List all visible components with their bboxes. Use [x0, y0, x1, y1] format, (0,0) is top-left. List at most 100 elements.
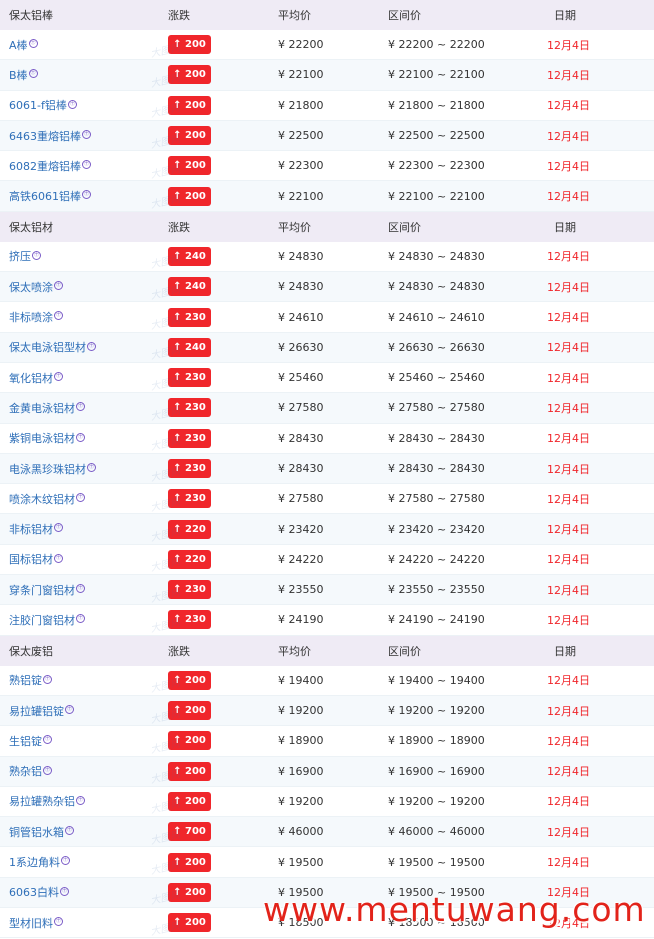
product-name-cell: 非标喷涂㊉ 大图网: [0, 309, 181, 332]
product-link[interactable]: 6063白料: [9, 886, 59, 899]
date-cell: 12月4日: [547, 430, 654, 446]
range-price-cell: ¥ 19200 ~ 19200: [388, 704, 485, 718]
product-link[interactable]: 穿条门窗铝材: [9, 584, 75, 597]
table-row: 保太喷涂㊉ 大图网 ↑ 240 ¥ 24830 ¥ 24830 ~ 24830 …: [0, 272, 654, 303]
product-link[interactable]: 生铝锭: [9, 735, 42, 748]
avg-price-column-header: 平均价: [278, 644, 311, 658]
date-value: 12月4日: [547, 250, 590, 264]
product-link[interactable]: 易拉罐熟杂铝: [9, 795, 75, 808]
range-price-cell: ¥ 22100 ~ 22100: [388, 189, 485, 203]
product-link[interactable]: 保太喷涂: [9, 281, 53, 294]
change-badge: ↑ 200: [168, 761, 211, 781]
product-link[interactable]: B棒: [9, 69, 28, 82]
product-link[interactable]: 保太电泳铝型材: [9, 341, 86, 354]
product-link[interactable]: 高铁6061铝棒: [9, 190, 81, 203]
product-link[interactable]: A棒: [9, 39, 28, 52]
change-cell: ↑ 230: [168, 368, 278, 388]
date-value: 12月4日: [547, 795, 590, 809]
change-column-header: 涨跌: [168, 9, 190, 22]
date-value: 12月4日: [547, 734, 590, 748]
range-price-cell: ¥ 21800 ~ 21800: [388, 98, 485, 112]
date-value: 12月4日: [547, 765, 590, 779]
change-badge: ↑ 230: [168, 459, 211, 478]
product-link[interactable]: 挤压: [9, 250, 31, 263]
product-link[interactable]: 1系边角料: [9, 856, 60, 869]
product-link[interactable]: 注胶门窗铝材: [9, 614, 75, 627]
product-link[interactable]: 易拉罐铝锭: [9, 705, 64, 718]
registered-icon: ㊉: [76, 584, 85, 594]
product-link[interactable]: 熟铝锭: [9, 674, 42, 687]
avg-price-cell: ¥ 26630: [278, 340, 324, 354]
date-value: 12月4日: [547, 613, 590, 627]
avg-price-cell: ¥ 46000: [278, 825, 324, 839]
range-price-cell: ¥ 24610 ~ 24610: [388, 310, 485, 324]
product-link[interactable]: 6061-f铝棒: [9, 99, 67, 112]
registered-icon: ㊉: [54, 371, 63, 381]
change-cell: ↑ 230: [168, 398, 278, 418]
product-link[interactable]: 非标铝材: [9, 523, 53, 536]
registered-icon: ㊉: [54, 523, 63, 533]
section-header: 保太铝材 涨跌 平均价 区间价 日期: [0, 211, 654, 242]
registered-icon: ㊉: [82, 160, 91, 170]
product-name-cell: 喷涂木纹铝材㊉ 大图网: [0, 491, 181, 514]
product-link[interactable]: 电泳黑珍珠铝材: [9, 463, 86, 476]
product-link[interactable]: 氧化铝材: [9, 372, 53, 385]
date-cell: 12月4日: [547, 158, 654, 174]
change-badge: ↑ 200: [168, 186, 211, 206]
range-price-cell: ¥ 23420 ~ 23420: [388, 522, 485, 536]
date-value: 12月4日: [547, 704, 590, 718]
product-name-cell: 国标铝材㊉ 大图网: [0, 551, 181, 574]
table-row: 注胶门窗铝材㊉ 大图网 ↑ 230 ¥ 24190 ¥ 24190 ~ 2419…: [0, 605, 654, 636]
product-name-cell: 电泳黑珍珠铝材㊉ 大图网: [0, 461, 181, 484]
avg-price-cell: ¥ 22200: [278, 38, 324, 52]
date-cell: 12月4日: [547, 370, 654, 386]
change-cell: ↑ 230: [168, 580, 278, 600]
product-link[interactable]: 6463重熔铝棒: [9, 130, 81, 143]
product-link[interactable]: 非标喷涂: [9, 311, 53, 324]
registered-icon: ㊉: [54, 553, 63, 563]
product-name-cell: 挤压㊉ 大图网: [0, 248, 181, 271]
table-row: 非标铝材㊉ 大图网 ↑ 220 ¥ 23420 ¥ 23420 ~ 23420 …: [0, 514, 654, 545]
product-name-cell: 金黄电泳铝材㊉ 大图网: [0, 400, 181, 423]
change-cell: ↑ 200: [168, 65, 278, 85]
avg-price-cell: ¥ 22100: [278, 68, 324, 82]
product-link[interactable]: 国标铝材: [9, 553, 53, 566]
product-link[interactable]: 6082重熔铝棒: [9, 160, 81, 173]
avg-price-cell: ¥ 18500: [278, 916, 324, 930]
product-link[interactable]: 熟杂铝: [9, 765, 42, 778]
date-cell: 12月4日: [547, 279, 654, 295]
product-name-cell: 熟铝锭㊉ 大图网: [0, 672, 181, 695]
product-link[interactable]: 型材旧料: [9, 917, 53, 930]
range-price-cell: ¥ 24830 ~ 24830: [388, 280, 485, 294]
range-price-cell: ¥ 16900 ~ 16900: [388, 764, 485, 778]
avg-price-cell: ¥ 24610: [278, 310, 324, 324]
date-value: 12月4日: [547, 401, 590, 415]
table-row: 非标喷涂㊉ 大图网 ↑ 230 ¥ 24610 ¥ 24610 ~ 24610 …: [0, 302, 654, 333]
product-link[interactable]: 紫铜电泳铝材: [9, 432, 75, 445]
change-badge: ↑ 230: [168, 580, 211, 600]
change-cell: ↑ 200: [168, 791, 278, 811]
registered-icon: ㊉: [67, 99, 77, 109]
product-link[interactable]: 金黄电泳铝材: [9, 402, 75, 415]
change-column-header: 涨跌: [168, 644, 190, 658]
table-row: A棒㊉ 大图网 ↑ 200 ¥ 22200 ¥ 22200 ~ 22200 12…: [0, 30, 654, 61]
date-value: 12月4日: [547, 432, 590, 446]
date-cell: 12月4日: [547, 37, 654, 53]
date-cell: 12月4日: [547, 793, 654, 809]
registered-icon: ㊉: [76, 432, 85, 442]
section-header: 保太铝棒 涨跌 平均价 区间价 日期: [0, 0, 654, 30]
product-link[interactable]: 铜管铝水箱: [9, 826, 64, 839]
change-cell: ↑ 240: [168, 246, 278, 266]
avg-price-cell: ¥ 19200: [278, 794, 324, 808]
change-badge: ↑ 240: [168, 277, 211, 297]
change-badge: ↑ 240: [168, 246, 211, 266]
table-row: 易拉罐熟杂铝㊉ 大图网 ↑ 200 ¥ 19200 ¥ 19200 ~ 1920…: [0, 787, 654, 818]
product-name-cell: 非标铝材㊉ 大图网: [0, 521, 181, 544]
product-link[interactable]: 喷涂木纹铝材: [9, 493, 75, 506]
avg-price-cell: ¥ 23420: [278, 522, 324, 536]
registered-icon: ㊉: [43, 765, 52, 775]
table-row: 型材旧料㊉ 大图网 ↑ 200 ¥ 18500 ¥ 18500 ~ 18500 …: [0, 908, 654, 939]
avg-price-cell: ¥ 22500: [278, 129, 324, 143]
avg-price-cell: ¥ 19500: [278, 855, 324, 869]
range-price-cell: ¥ 18500 ~ 18500: [388, 916, 485, 930]
